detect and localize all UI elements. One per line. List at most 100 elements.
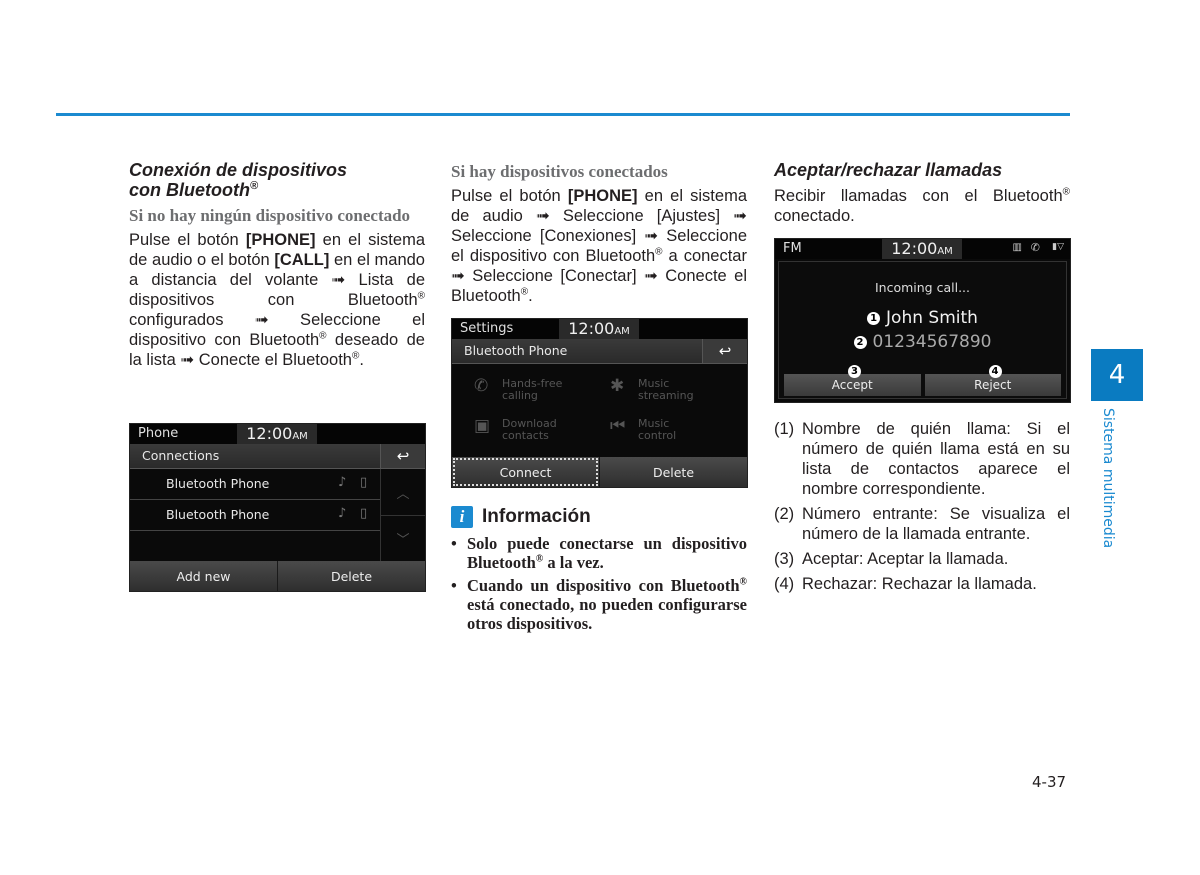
device-list: Bluetooth Phone ♪ ▯ Bluetooth Phone ♪ ▯ … <box>130 469 425 561</box>
legend-item: (1) Nombre de quién llama: Si el número d… <box>774 419 1070 499</box>
connect-button[interactable]: Connect <box>452 457 599 487</box>
bluetooth-phone-screen: Settings 12:00AM Bluetooth Phone ↩ ✆ Han… <box>451 318 748 488</box>
text: Pulse el botón <box>451 187 568 205</box>
info-icon: i <box>451 506 473 528</box>
scroll-up-button[interactable]: ︿ <box>381 469 425 516</box>
text: Cuando un dispositivo con Bluetooth <box>467 576 740 595</box>
legend-number: (1) <box>774 420 795 438</box>
text: . <box>528 287 533 305</box>
text: Recibir llamadas con el Bluetooth <box>774 187 1063 205</box>
legend-number: (4) <box>774 575 795 593</box>
delete-button[interactable]: Delete <box>277 561 425 591</box>
skip-track-icon: ⏮ <box>610 416 626 436</box>
signal-icon: ▮▽ <box>1052 242 1064 252</box>
device-row[interactable]: Bluetooth Phone ♪ ▯ <box>130 469 380 500</box>
action-bar: Connect Delete <box>452 457 747 487</box>
device-row[interactable]: Bluetooth Phone ♪ ▯ <box>130 500 380 531</box>
reg-mark: ® <box>417 290 425 302</box>
reg-mark: ® <box>1062 186 1070 198</box>
contacts-icon: ▣ <box>474 416 491 436</box>
feature-line: control <box>638 429 677 442</box>
legend-number: (3) <box>774 550 795 568</box>
column-connect-with-device: Si hay dispositivos conectados Pulse el … <box>451 160 747 306</box>
legend-list: (1) Nombre de quién llama: Si el número d… <box>774 419 1070 594</box>
audio-icon: ♪ <box>338 506 347 521</box>
back-button[interactable]: ↩ <box>380 444 425 468</box>
caller-number: 01234567890 <box>872 332 992 352</box>
phone-key: [PHONE] <box>567 187 638 205</box>
info-item: Solo puede conectarse un dispositivo Blu… <box>451 534 747 572</box>
reg-mark: ® <box>319 330 327 342</box>
back-icon: ↩ <box>396 447 410 465</box>
clock-time: 12:00 <box>246 424 293 443</box>
feature-music-streaming: Music streaming <box>638 378 694 402</box>
text: está conectado, no pueden configurarse o… <box>467 595 747 633</box>
text: Solo puede conectarse un dispositivo Blu… <box>467 534 747 572</box>
instructions-paragraph: Pulse el botón [PHONE] en el sistema de … <box>129 230 425 370</box>
callout-4: 4 <box>988 365 1002 378</box>
text: conectado. <box>774 207 855 225</box>
feature-grid: ✆ Hands-free calling ✱ Music streaming ▣ D… <box>452 364 747 456</box>
clock-ampm: AM <box>292 431 308 442</box>
phone-status-icon: ✆ <box>1030 241 1040 254</box>
info-box: i Información Solo puede conectarse un d… <box>451 492 747 637</box>
scrollbar: ︿ ﹀ <box>380 469 425 561</box>
caller-number-row: 2 01234567890 <box>779 332 1066 352</box>
back-button[interactable]: ↩ <box>702 339 747 363</box>
page-number: 4-37 <box>1032 773 1067 791</box>
text: a la vez. <box>543 553 604 572</box>
status-bar: FM 12:00AM ▥ ✆ ▮▽ <box>775 239 1070 259</box>
feature-line: contacts <box>502 429 549 442</box>
mode-label: Settings <box>460 321 514 336</box>
feature-music-control: Music control <box>638 418 676 442</box>
clock: 12:00AM <box>237 424 317 444</box>
info-header: i Información <box>451 506 747 528</box>
scroll-down-button[interactable]: ﹀ <box>381 516 425 561</box>
chevron-down-icon: ﹀ <box>396 533 410 548</box>
back-icon: ↩ <box>718 342 732 360</box>
call-key: [CALL] <box>274 251 330 269</box>
clock-time: 12:00 <box>891 239 938 258</box>
chevron-up-icon: ︿ <box>396 486 410 502</box>
legend-item: (2) Número entrante: Se visualiza el núme… <box>774 504 1070 544</box>
legend-number: (2) <box>774 505 795 523</box>
section-heading: Conexión de dispositivos con Bluetooth® <box>129 160 425 200</box>
title-bar: Connections ↩ <box>130 444 425 469</box>
subheading: Si hay dispositivos conectados <box>451 162 668 181</box>
clock-ampm: AM <box>614 326 630 337</box>
reg-mark: ® <box>739 576 747 588</box>
legend-text: Número entrante: Se visualiza el número … <box>802 505 1070 543</box>
text: Pulse el botón <box>129 231 246 249</box>
clock-time: 12:00 <box>568 319 615 338</box>
add-new-button[interactable]: Add new <box>130 561 277 591</box>
reg-mark: ® <box>249 180 259 192</box>
legend-text: Aceptar: Aceptar la llamada. <box>802 550 1009 568</box>
feature-line: streaming <box>638 389 694 402</box>
info-list: Solo puede conectarse un dispositivo Blu… <box>451 534 747 633</box>
info-item: Cuando un dispositivo con Bluetooth® est… <box>451 576 747 633</box>
bluetooth-music-icon: ✱ <box>610 376 625 396</box>
handsfree-icon: ✆ <box>474 376 489 396</box>
phone-icon: ▯ <box>360 506 368 521</box>
chapter-label: Sistema multimedia <box>1100 408 1116 549</box>
device-name: Bluetooth Phone <box>166 507 270 522</box>
heading-line-2: con Bluetooth <box>129 180 250 200</box>
feature-line: calling <box>502 389 538 402</box>
callout-2: 2 <box>853 336 867 349</box>
device-name: Bluetooth Phone <box>166 476 270 491</box>
caller-name-row: 1 John Smith <box>779 308 1066 328</box>
reg-mark: ® <box>520 286 529 298</box>
clock-ampm: AM <box>937 246 953 257</box>
feature-handsfree: Hands-free calling <box>502 378 562 402</box>
reject-button[interactable]: 4 Reject <box>924 365 1061 396</box>
accept-button[interactable]: 3 Accept <box>784 365 921 396</box>
call-panel: Incoming call... 1 John Smith 2 0123456789… <box>778 261 1067 399</box>
call-actions: 3 Accept 4 Reject <box>784 365 1061 396</box>
status-bar: Phone 12:00AM <box>130 424 425 444</box>
subheading: Si no hay ningún dispositivo conectado <box>129 206 411 225</box>
delete-button[interactable]: Delete <box>599 457 747 487</box>
column-accept-reject: Aceptar/rechazar llamadas Recibir llamad… <box>774 160 1070 226</box>
legend-item: (3) Aceptar: Aceptar la llamada. <box>774 549 1070 569</box>
caller-name: John Smith <box>886 308 978 328</box>
screen-title: Bluetooth Phone <box>464 343 568 358</box>
